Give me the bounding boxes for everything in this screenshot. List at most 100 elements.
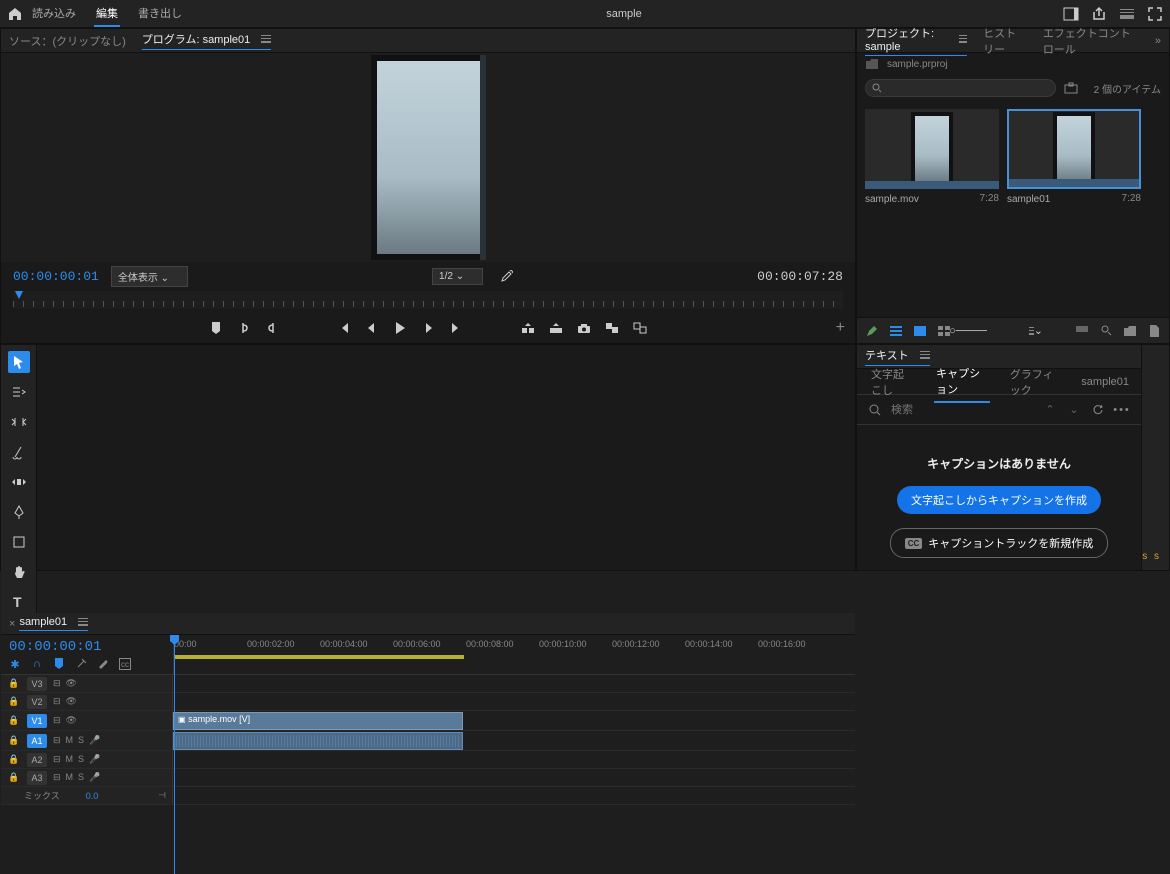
export-frame-icon[interactable] [577,321,591,335]
extract-icon[interactable] [549,321,563,335]
create-caption-from-transcribe-button[interactable]: 文字起こしからキャプションを作成 [897,486,1101,514]
lock-icon[interactable]: 🔒 [7,734,21,748]
voice-over-icon[interactable]: 🎤 [89,754,100,765]
panel-menu-icon[interactable] [261,35,271,43]
snap-icon[interactable]: ✱ [9,658,21,670]
refresh-icon[interactable] [1091,403,1105,417]
mute-icon[interactable]: M [66,735,74,746]
lock-icon[interactable]: 🔒 [7,714,21,728]
toggle-output-icon[interactable]: 👁 [66,696,77,707]
video-clip[interactable]: ▣ sample.mov [V] [173,712,463,730]
play-icon[interactable] [393,321,407,335]
step-back-icon[interactable] [365,321,379,335]
project-item[interactable]: sample01 7:28 [1007,109,1141,205]
program-timecode[interactable]: 00:00:00:01 [13,269,99,284]
toggle-output-icon[interactable]: 👁 [66,715,77,726]
track-select-tool-icon[interactable] [8,381,30,403]
panel-menu-icon[interactable] [920,351,930,359]
go-to-in-icon[interactable] [337,321,351,335]
track-label-a3[interactable]: A3 [27,771,47,785]
project-tab[interactable]: プロジェクト: sample [865,25,967,56]
automate-icon[interactable] [1075,324,1089,338]
solo-icon[interactable]: S [78,754,84,765]
wrench-icon[interactable] [97,658,109,670]
timeline-playhead[interactable] [174,635,175,874]
sequence-tab[interactable]: sample01 [19,616,88,631]
audio-clip[interactable] [173,732,463,750]
timeline-timecode[interactable]: 00:00:00:01 [9,639,165,655]
settings-wrench-icon[interactable] [499,270,513,284]
program-time-ruler[interactable] [13,291,843,309]
work-area-bar[interactable] [174,655,464,659]
menu-icon[interactable] [1120,7,1134,21]
voice-over-icon[interactable]: 🎤 [89,772,100,783]
sync-lock-icon[interactable]: ⊟ [53,754,61,765]
hand-tool-icon[interactable] [8,561,30,583]
sort-icon[interactable]: ⌄ [1029,324,1043,338]
type-tool-icon[interactable]: T [8,591,30,613]
home-icon[interactable] [8,7,22,21]
sync-lock-icon[interactable]: ⊟ [53,696,61,707]
slip-tool-icon[interactable] [8,471,30,493]
caption-search-input[interactable] [891,404,1033,416]
list-view-icon[interactable] [889,324,903,338]
icon-view-icon[interactable] [913,324,927,338]
lift-icon[interactable] [521,321,535,335]
razor-tool-icon[interactable] [8,441,30,463]
sync-lock-icon[interactable]: ⊟ [53,772,61,783]
more-options-icon[interactable]: ••• [1115,403,1129,417]
add-marker-icon[interactable] [53,658,65,670]
panel-menu-icon[interactable] [959,35,967,43]
cc-toggle-icon[interactable]: cc [119,658,131,670]
pen-tool-icon[interactable] [8,501,30,523]
button-editor-icon[interactable]: + [836,319,845,337]
project-search[interactable] [865,79,1056,97]
lock-icon[interactable]: 🔒 [7,771,21,785]
overflow-icon[interactable]: » [1155,35,1161,47]
write-icon[interactable] [865,324,879,338]
mark-in-icon[interactable] [237,321,251,335]
effect-controls-tab[interactable]: エフェクトコントロール [1043,25,1139,57]
safe-margins-icon[interactable] [633,321,647,335]
selection-tool-icon[interactable] [8,351,30,373]
sync-lock-icon[interactable]: ⊟ [53,678,61,689]
mark-out-icon[interactable] [265,321,279,335]
voice-over-icon[interactable]: 🎤 [89,735,100,746]
track-label-a2[interactable]: A2 [27,753,47,767]
track-label-v2[interactable]: V2 [27,695,47,709]
preview-viewport[interactable] [1,53,855,262]
zoom-slider-icon[interactable]: ○──── [961,324,975,338]
new-bin-icon[interactable] [1064,81,1078,95]
mute-icon[interactable]: M [66,754,74,765]
panel-menu-icon[interactable] [78,618,88,626]
new-caption-track-button[interactable]: CCキャプショントラックを新規作成 [890,528,1109,558]
program-tab[interactable]: プログラム: sample01 [142,31,272,50]
lock-icon[interactable]: 🔒 [7,695,21,709]
project-item[interactable]: sample.mov 7:28 [865,109,999,205]
comparison-icon[interactable] [605,321,619,335]
source-tab[interactable]: ソース：(クリップなし) [9,33,126,49]
tab-edit[interactable]: 編集 [94,1,120,27]
resolution-select[interactable]: 1/2 ⌄ [432,268,483,285]
mix-collapse-icon[interactable]: ⊣ [158,790,166,801]
mute-icon[interactable]: M [66,772,74,783]
linked-selection-icon[interactable]: ∩ [31,658,43,670]
find-icon[interactable] [1099,324,1113,338]
track-label-a1[interactable]: A1 [27,734,47,748]
tab-import[interactable]: 読み込み [30,1,78,27]
new-item-icon[interactable] [1147,324,1161,338]
go-to-out-icon[interactable] [449,321,463,335]
toggle-output-icon[interactable]: 👁 [66,678,77,689]
rectangle-tool-icon[interactable] [8,531,30,553]
workspace-icon[interactable] [1064,7,1078,21]
step-forward-icon[interactable] [421,321,435,335]
lock-icon[interactable]: 🔒 [7,677,21,691]
next-result-icon[interactable]: ⌄ [1067,403,1081,417]
close-tab-icon[interactable]: × [9,618,15,630]
track-label-v1[interactable]: V1 [27,714,47,728]
playhead-icon[interactable] [15,291,23,299]
sync-lock-icon[interactable]: ⊟ [53,715,61,726]
zoom-fit-select[interactable]: 全体表示 ⌄ [111,266,188,287]
ripple-edit-tool-icon[interactable] [8,411,30,433]
lock-icon[interactable]: 🔒 [7,753,21,767]
